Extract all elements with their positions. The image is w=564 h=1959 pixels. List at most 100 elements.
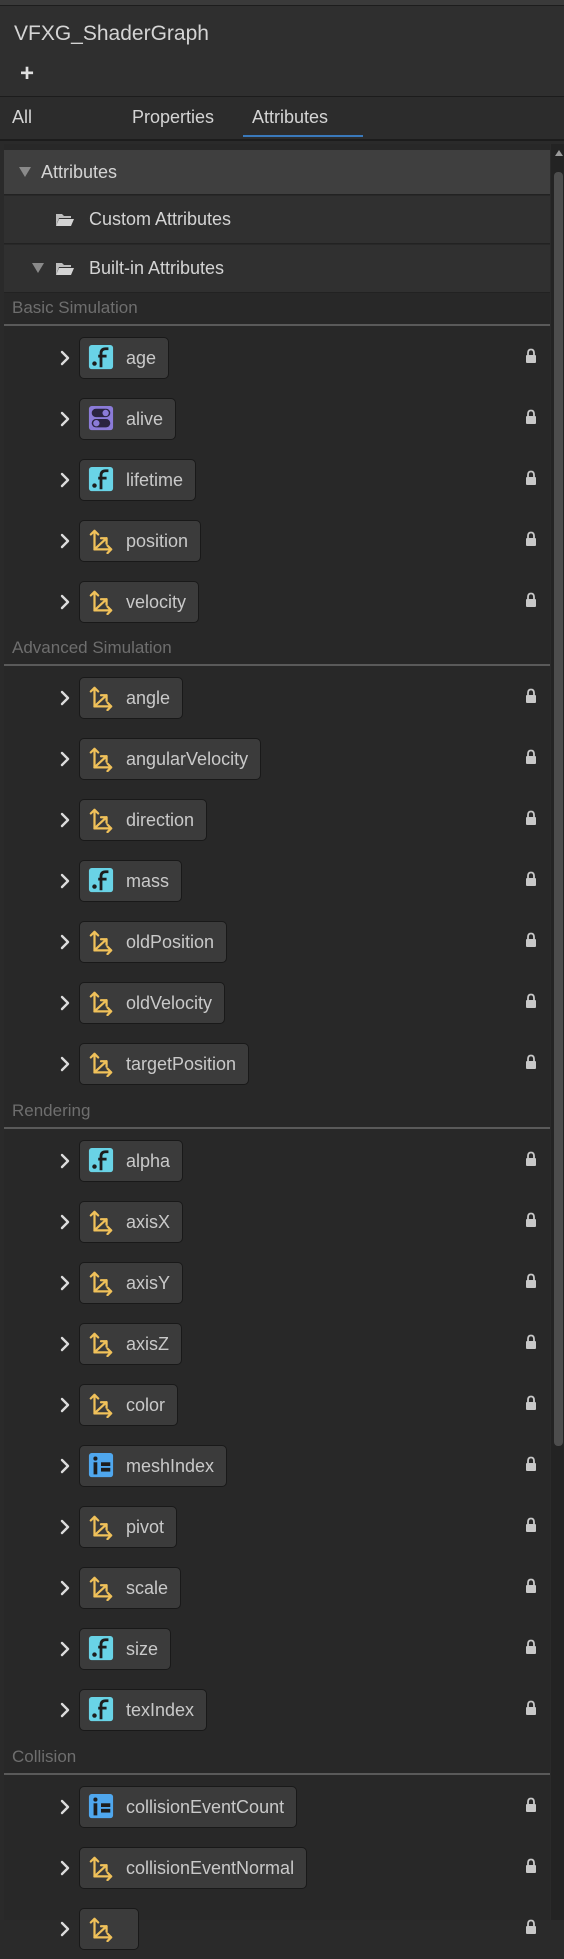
- attribute-row[interactable]: velocity: [4, 571, 550, 632]
- chevron-right-icon[interactable]: [57, 812, 73, 828]
- attribute-row[interactable]: axisY: [4, 1252, 550, 1313]
- attribute-row[interactable]: color: [4, 1374, 550, 1435]
- attribute-pill[interactable]: color: [79, 1384, 178, 1426]
- chevron-right-icon[interactable]: [57, 1397, 73, 1413]
- attribute-pill[interactable]: oldPosition: [79, 921, 227, 963]
- attribute-row[interactable]: targetPosition: [4, 1033, 550, 1094]
- attribute-row[interactable]: [4, 1898, 550, 1959]
- tree-row-builtin-attributes[interactable]: Built-in Attributes: [4, 245, 550, 293]
- tree-row-custom-attributes[interactable]: Custom Attributes: [4, 196, 550, 244]
- attribute-row[interactable]: axisZ: [4, 1313, 550, 1374]
- chevron-right-icon[interactable]: [57, 1275, 73, 1291]
- attribute-pill[interactable]: axisX: [79, 1201, 183, 1243]
- attribute-pill[interactable]: meshIndex: [79, 1445, 227, 1487]
- chevron-right-icon[interactable]: [57, 1214, 73, 1230]
- chevron-right-icon[interactable]: [57, 1336, 73, 1352]
- expand-triangle-icon[interactable]: [32, 263, 44, 273]
- attribute-pill[interactable]: collisionEventNormal: [79, 1847, 307, 1889]
- attribute-row[interactable]: position: [4, 510, 550, 571]
- category-header: Rendering: [12, 1101, 91, 1120]
- attribute-row[interactable]: angularVelocity: [4, 728, 550, 789]
- attribute-row[interactable]: direction: [4, 789, 550, 850]
- attribute-pill[interactable]: velocity: [79, 581, 199, 623]
- attribute-pill[interactable]: age: [79, 337, 169, 379]
- attribute-name: position: [126, 531, 189, 551]
- attribute-pill[interactable]: texIndex: [79, 1689, 207, 1731]
- vector-type-icon: [89, 991, 113, 1016]
- attribute-row[interactable]: axisX: [4, 1191, 550, 1252]
- tab-attributes[interactable]: Attributes: [252, 107, 328, 128]
- attribute-pill[interactable]: collisionEventCount: [79, 1786, 297, 1828]
- chevron-right-icon[interactable]: [57, 472, 73, 488]
- builtin-attributes-label: Built-in Attributes: [89, 258, 225, 278]
- attribute-pill[interactable]: lifetime: [79, 459, 196, 501]
- chevron-right-icon[interactable]: [57, 1519, 73, 1535]
- chevron-right-icon[interactable]: [57, 1799, 73, 1815]
- attribute-row[interactable]: collisionEventCount: [4, 1776, 550, 1837]
- attribute-pill[interactable]: alive: [79, 398, 176, 440]
- attribute-row[interactable]: pivot: [4, 1496, 550, 1557]
- chevron-right-icon[interactable]: [57, 411, 73, 427]
- chevron-right-icon[interactable]: [57, 1580, 73, 1596]
- chevron-right-icon[interactable]: [57, 350, 73, 366]
- chevron-right-icon[interactable]: [57, 594, 73, 610]
- attribute-pill[interactable]: size: [79, 1628, 171, 1670]
- category-header: Collision: [12, 1747, 77, 1766]
- chevron-right-icon[interactable]: [57, 690, 73, 706]
- attribute-pill[interactable]: axisY: [79, 1262, 183, 1304]
- attribute-row[interactable]: scale: [4, 1557, 550, 1618]
- chevron-right-icon[interactable]: [57, 995, 73, 1011]
- attribute-name: oldVelocity: [126, 993, 213, 1013]
- uint-type-icon: [88, 1453, 114, 1478]
- chevron-right-icon[interactable]: [57, 1641, 73, 1657]
- chevron-right-icon[interactable]: [57, 1860, 73, 1876]
- chevron-right-icon[interactable]: [57, 533, 73, 549]
- attribute-pill[interactable]: axisZ: [79, 1323, 182, 1365]
- attribute-row[interactable]: age: [4, 327, 550, 388]
- tab-properties[interactable]: Properties: [132, 107, 214, 128]
- scrollbar-thumb[interactable]: [554, 172, 563, 1446]
- uint-type-icon: [88, 1794, 114, 1819]
- attribute-row[interactable]: oldPosition: [4, 911, 550, 972]
- expand-triangle-icon[interactable]: [19, 167, 31, 177]
- chevron-right-icon[interactable]: [57, 934, 73, 950]
- attribute-name: axisZ: [126, 1334, 170, 1354]
- chevron-right-icon[interactable]: [57, 1702, 73, 1718]
- attribute-row[interactable]: alpha: [4, 1130, 550, 1191]
- attribute-pill[interactable]: alpha: [79, 1140, 183, 1182]
- attribute-pill[interactable]: position: [79, 520, 201, 562]
- chevron-right-icon[interactable]: [57, 873, 73, 889]
- attribute-name: axisX: [126, 1212, 171, 1232]
- float-type-icon: [88, 1697, 114, 1722]
- attribute-name: targetPosition: [126, 1054, 237, 1074]
- attribute-pill[interactable]: angularVelocity: [79, 738, 261, 780]
- attribute-row[interactable]: alive: [4, 388, 550, 449]
- attribute-row[interactable]: angle: [4, 667, 550, 728]
- add-button[interactable]: +: [20, 62, 34, 86]
- chevron-right-icon[interactable]: [57, 1153, 73, 1169]
- attribute-row[interactable]: collisionEventNormal: [4, 1837, 550, 1898]
- vector-type-icon: [89, 590, 113, 615]
- chevron-right-icon[interactable]: [57, 1056, 73, 1072]
- attribute-row[interactable]: lifetime: [4, 449, 550, 510]
- attribute-row[interactable]: size: [4, 1618, 550, 1679]
- chevron-right-icon[interactable]: [57, 1921, 73, 1937]
- attribute-row[interactable]: meshIndex: [4, 1435, 550, 1496]
- attribute-pill[interactable]: mass: [79, 860, 182, 902]
- attribute-pill[interactable]: [79, 1908, 139, 1950]
- attribute-pill[interactable]: oldVelocity: [79, 982, 225, 1024]
- tree-row-attributes[interactable]: Attributes: [4, 150, 550, 195]
- attribute-row[interactable]: oldVelocity: [4, 972, 550, 1033]
- chevron-right-icon[interactable]: [57, 1458, 73, 1474]
- attribute-row[interactable]: mass: [4, 850, 550, 911]
- attribute-row[interactable]: texIndex: [4, 1679, 550, 1740]
- attribute-pill[interactable]: targetPosition: [79, 1043, 249, 1085]
- scroll-up-arrow-icon[interactable]: [555, 150, 563, 156]
- vector-type-icon: [89, 686, 113, 711]
- attribute-pill[interactable]: scale: [79, 1567, 181, 1609]
- attribute-pill[interactable]: direction: [79, 799, 207, 841]
- attribute-pill[interactable]: pivot: [79, 1506, 177, 1548]
- attribute-pill[interactable]: angle: [79, 677, 183, 719]
- tab-all[interactable]: All: [12, 107, 32, 128]
- chevron-right-icon[interactable]: [57, 751, 73, 767]
